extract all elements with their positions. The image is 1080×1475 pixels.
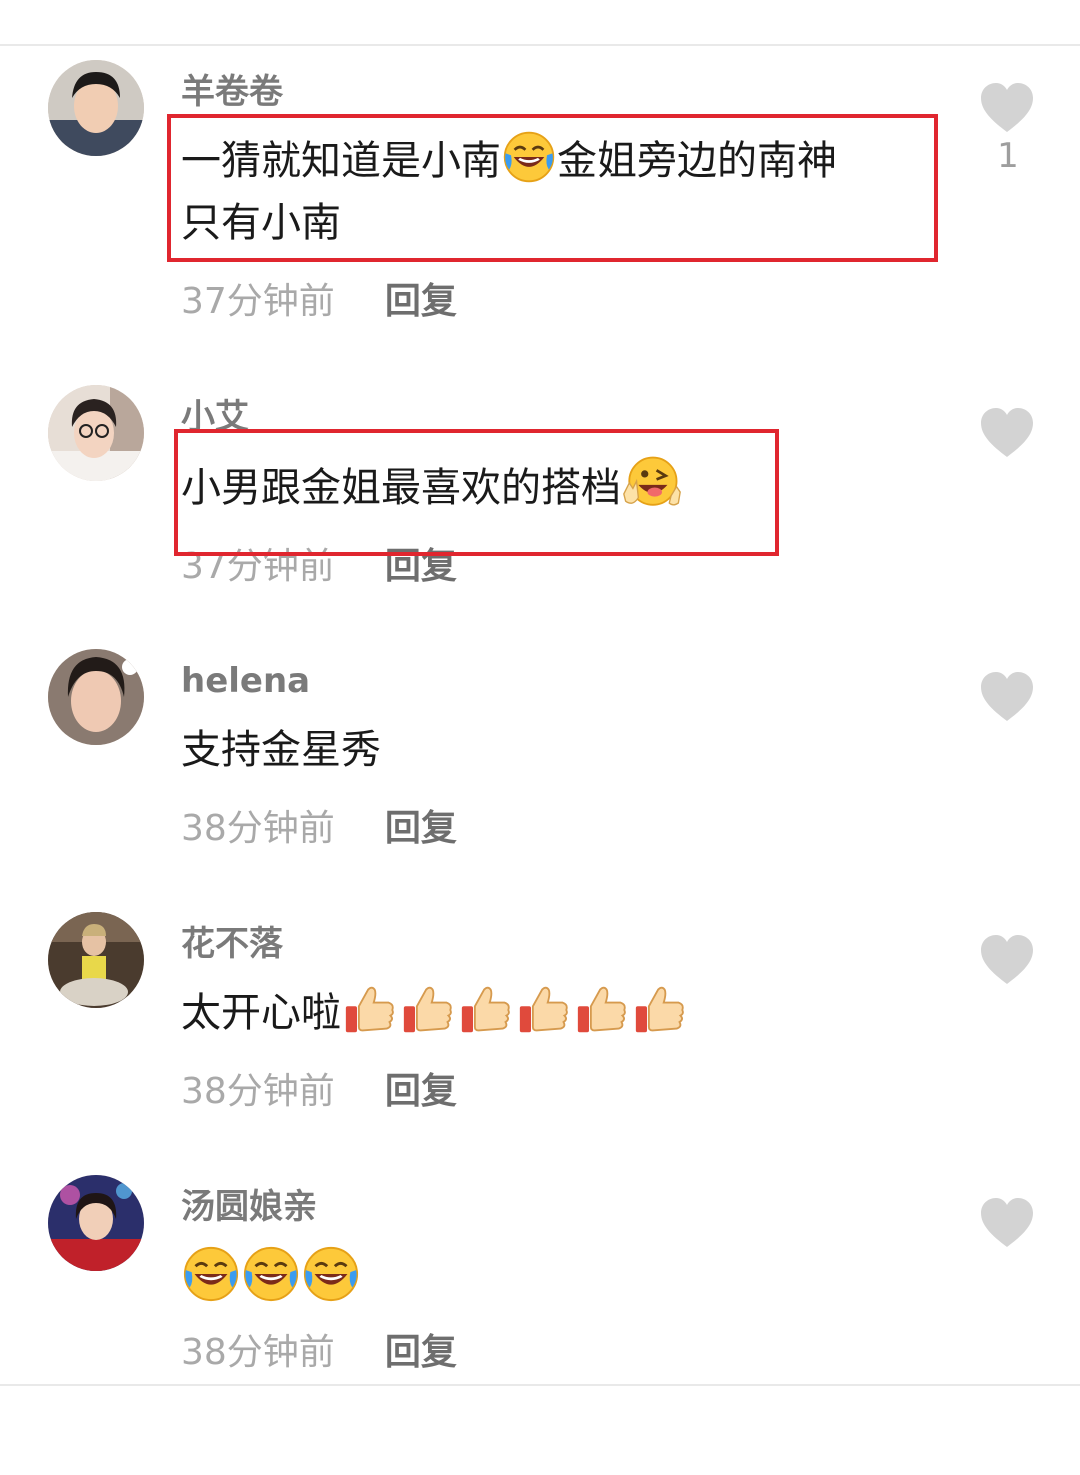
timestamp: 38分钟前 [181,808,335,849]
top-divider [0,44,1080,46]
avatar[interactable] [48,649,144,745]
avatar[interactable] [48,1175,144,1271]
thumbs-up-emoji-icon [400,984,456,1036]
username[interactable]: helena [181,659,310,703]
reply-button[interactable]: 回复 [385,808,457,849]
heart-icon[interactable] [979,671,1035,723]
heart-icon[interactable] [979,82,1035,134]
comment-item: 汤圆娘亲 38分钟前 回复 [0,1175,1080,1475]
thumbs-up-emoji-icon [342,984,398,1036]
comment-text: 太开心啦 [181,982,921,1044]
timestamp: 37分钟前 [181,281,335,322]
laughing-crying-emoji-icon [182,1245,240,1303]
heart-icon[interactable] [979,407,1035,459]
comment-meta: 38分钟前 回复 [181,807,457,851]
comment-text-part: 支持金星秀 [181,727,381,773]
thumbs-up-emoji-icon [574,984,630,1036]
avatar[interactable] [48,385,144,481]
highlight-box [174,429,779,556]
like-count: 1 [997,136,1019,176]
reply-button[interactable]: 回复 [385,1332,457,1373]
highlight-box [167,114,938,262]
username[interactable]: 汤圆娘亲 [181,1185,317,1229]
comment-meta: 38分钟前 回复 [181,1331,457,1375]
comment-item: 花不落 太开心啦 38分钟前 回复 [0,912,1080,1212]
avatar[interactable] [48,912,144,1008]
comment-text: 支持金星秀 [181,719,921,781]
comment-meta: 38分钟前 回复 [181,1070,457,1114]
reply-button[interactable]: 回复 [385,281,457,322]
thumbs-up-emoji-icon [632,984,688,1036]
thumbs-up-emoji-icon [458,984,514,1036]
timestamp: 38分钟前 [181,1332,335,1373]
thumbs-up-emoji-icon [516,984,572,1036]
heart-icon[interactable] [979,934,1035,986]
laughing-crying-emoji-icon [302,1245,360,1303]
comment-item: helena 支持金星秀 38分钟前 回复 [0,649,1080,949]
bottom-divider [0,1384,1080,1386]
avatar[interactable] [48,60,144,156]
username[interactable]: 花不落 [181,922,283,966]
comment-meta: 37分钟前 回复 [181,280,457,324]
reply-button[interactable]: 回复 [385,1071,457,1112]
comment-text-part: 太开心啦 [181,990,341,1036]
username[interactable]: 羊卷卷 [181,70,283,114]
timestamp: 38分钟前 [181,1071,335,1112]
comment-text [181,1245,921,1311]
laughing-crying-emoji-icon [242,1245,300,1303]
heart-icon[interactable] [979,1197,1035,1249]
